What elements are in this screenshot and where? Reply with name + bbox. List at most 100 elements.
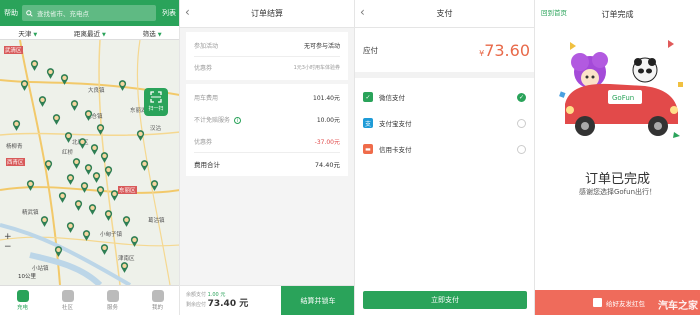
charging-station-pin[interactable] [150,180,159,191]
celebration-illustration: GoFun [559,40,683,138]
charging-station-pin[interactable] [136,130,145,141]
map-place-label: 津南区 [118,256,135,262]
payment-method-row[interactable]: ✓ 微信支付 ✓ [355,84,534,110]
map-scale: 10公里 [18,274,36,280]
charging-station-pin[interactable] [46,68,55,79]
activity-row[interactable]: 参加活动 无可参与活动 [194,34,340,56]
charging-station-pin[interactable] [78,138,87,149]
charging-station-pin[interactable] [54,246,63,257]
charging-station-pin[interactable] [92,172,101,183]
scan-label: 扫一扫 [148,106,164,112]
zoom-in-button[interactable]: + [4,232,12,242]
charging-station-pin[interactable] [130,236,139,247]
settlement-screen: ‹ 订单结算 参加活动 无可参与活动 优惠券 1元3小时用车体验券 用车费用 1… [180,0,355,315]
radio-button[interactable] [517,118,526,128]
map-place-label: 东丽区 [118,186,137,194]
payment-method-row[interactable]: ▬ 信用卡支付 [355,136,534,162]
charging-station-pin[interactable] [90,144,99,155]
charging-station-pin[interactable] [40,216,49,227]
pay-now-button[interactable]: 立即支付 [363,291,527,309]
charging-station-pin[interactable] [30,60,39,71]
filter-city[interactable]: 天津 ▼ [18,28,37,38]
map-roads [0,40,179,285]
coupon-row[interactable]: 优惠券 1元3小时用车体验券 [194,56,340,78]
map-screen: 帮助 查找省市、充电点 列表 天津 ▼ 距离最近 ▼ 筛选 ▼ 武清区 大良镇 … [0,0,180,315]
charging-station-pin[interactable] [96,124,105,135]
charging-station-pin[interactable] [60,74,69,85]
charging-station-pin[interactable] [118,80,127,91]
charging-station-pin[interactable] [110,190,119,201]
discount-row: 优惠券 -37.00元 [194,138,340,146]
map-top-bar: 帮助 查找省市、充电点 列表 [0,0,179,26]
bottom-tab-bar: 充电 社区 服务 我的 [0,285,179,315]
payment-method-name: 支付宝支付 [379,120,412,128]
station-map[interactable]: 武清区大良镇北辰区汉沽东丽湖杨柳青西青区东丽区精武镇葛沽镇津南区小站镇小甸子镇红… [0,40,179,285]
radio-button[interactable] [517,144,526,154]
filter-distance[interactable]: 距离最近 ▼ [74,28,106,38]
tab-service[interactable]: 服务 [106,290,119,311]
total-row: 费用合计 74.40元 [194,152,340,174]
map-place-label: 汉沽 [150,126,162,132]
back-arrow-icon[interactable]: ‹ [185,5,190,19]
payment-method-name: 微信支付 [379,94,405,102]
scan-button[interactable]: 扫一扫 [144,88,168,116]
charging-station-pin[interactable] [44,160,53,171]
filter-bar: 天津 ▼ 距离最近 ▼ 筛选 ▼ [0,26,179,40]
settle-lock-button[interactable]: 结算并锁车 [281,285,354,315]
map-place-label: 杨柳青 [6,144,23,150]
charging-station-pin[interactable] [140,160,149,171]
charging-station-pin[interactable] [84,110,93,121]
charging-station-pin[interactable] [80,182,89,193]
charging-station-pin[interactable] [70,100,79,111]
info-icon[interactable]: i [234,116,242,124]
chevron-down-icon: ▼ [102,31,106,38]
charging-station-pin[interactable] [58,192,67,203]
radio-button[interactable]: ✓ [517,92,526,102]
back-arrow-icon[interactable]: ‹ [360,5,365,19]
charging-station-pin[interactable] [52,114,61,125]
filter-more[interactable]: 筛选 ▼ [143,28,162,38]
tab-charge[interactable]: 充电 [16,290,29,311]
search-input[interactable]: 查找省市、充电点 [22,5,156,21]
tab-community[interactable]: 社区 [61,290,74,311]
zoom-out-button[interactable]: − [4,242,12,252]
charging-station-pin[interactable] [64,132,73,143]
list-button[interactable]: 列表 [156,8,176,18]
charging-station-pin[interactable] [66,174,75,185]
chat-icon [61,290,74,302]
search-placeholder: 查找省市、充电点 [37,10,89,18]
charging-station-pin[interactable] [88,204,97,215]
charging-station-pin[interactable] [38,96,47,107]
charging-station-pin[interactable] [82,230,91,241]
charging-station-pin[interactable] [104,166,113,177]
chevron-down-icon: ▼ [157,31,162,38]
charging-station-pin[interactable] [12,120,21,131]
help-button[interactable]: 帮助 [4,8,22,18]
zoom-controls: + − [4,232,12,252]
charging-station-pin[interactable] [66,222,75,233]
charging-station-pin[interactable] [96,186,105,197]
payment-screen: ‹ 支付 应付 ¥73.60 ✓ 微信支付 ✓ 支支付宝支付 ▬ 信用卡支付 立即支付 [355,0,535,315]
charging-station-pin[interactable] [20,80,29,91]
charging-station-pin[interactable] [120,262,129,273]
lightning-icon [16,290,29,302]
charging-station-pin[interactable] [74,200,83,211]
map-place-label: 小甸子镇 [100,232,123,238]
map-place-label: 葛沽镇 [148,218,165,224]
search-icon [26,9,33,17]
gift-icon [593,298,602,307]
charging-station-pin[interactable] [72,158,81,169]
scan-icon [150,91,162,103]
alipay-icon: 支 [363,118,373,128]
charging-station-pin[interactable] [100,244,109,255]
charging-station-pin[interactable] [104,210,113,221]
deductible-row: 不计免赔服务 i 10.00元 [194,116,340,124]
charging-station-pin[interactable] [26,180,35,191]
charging-station-pin[interactable] [122,216,131,227]
payment-method-row[interactable]: 支支付宝支付 [355,110,534,136]
charging-station-pin[interactable] [100,152,109,163]
tab-mine[interactable]: 我的 [151,290,164,311]
map-place-label: 大良镇 [88,88,105,94]
map-place-label: 红桥 [62,150,74,156]
back-home-link[interactable]: 回到首页 [541,7,567,17]
